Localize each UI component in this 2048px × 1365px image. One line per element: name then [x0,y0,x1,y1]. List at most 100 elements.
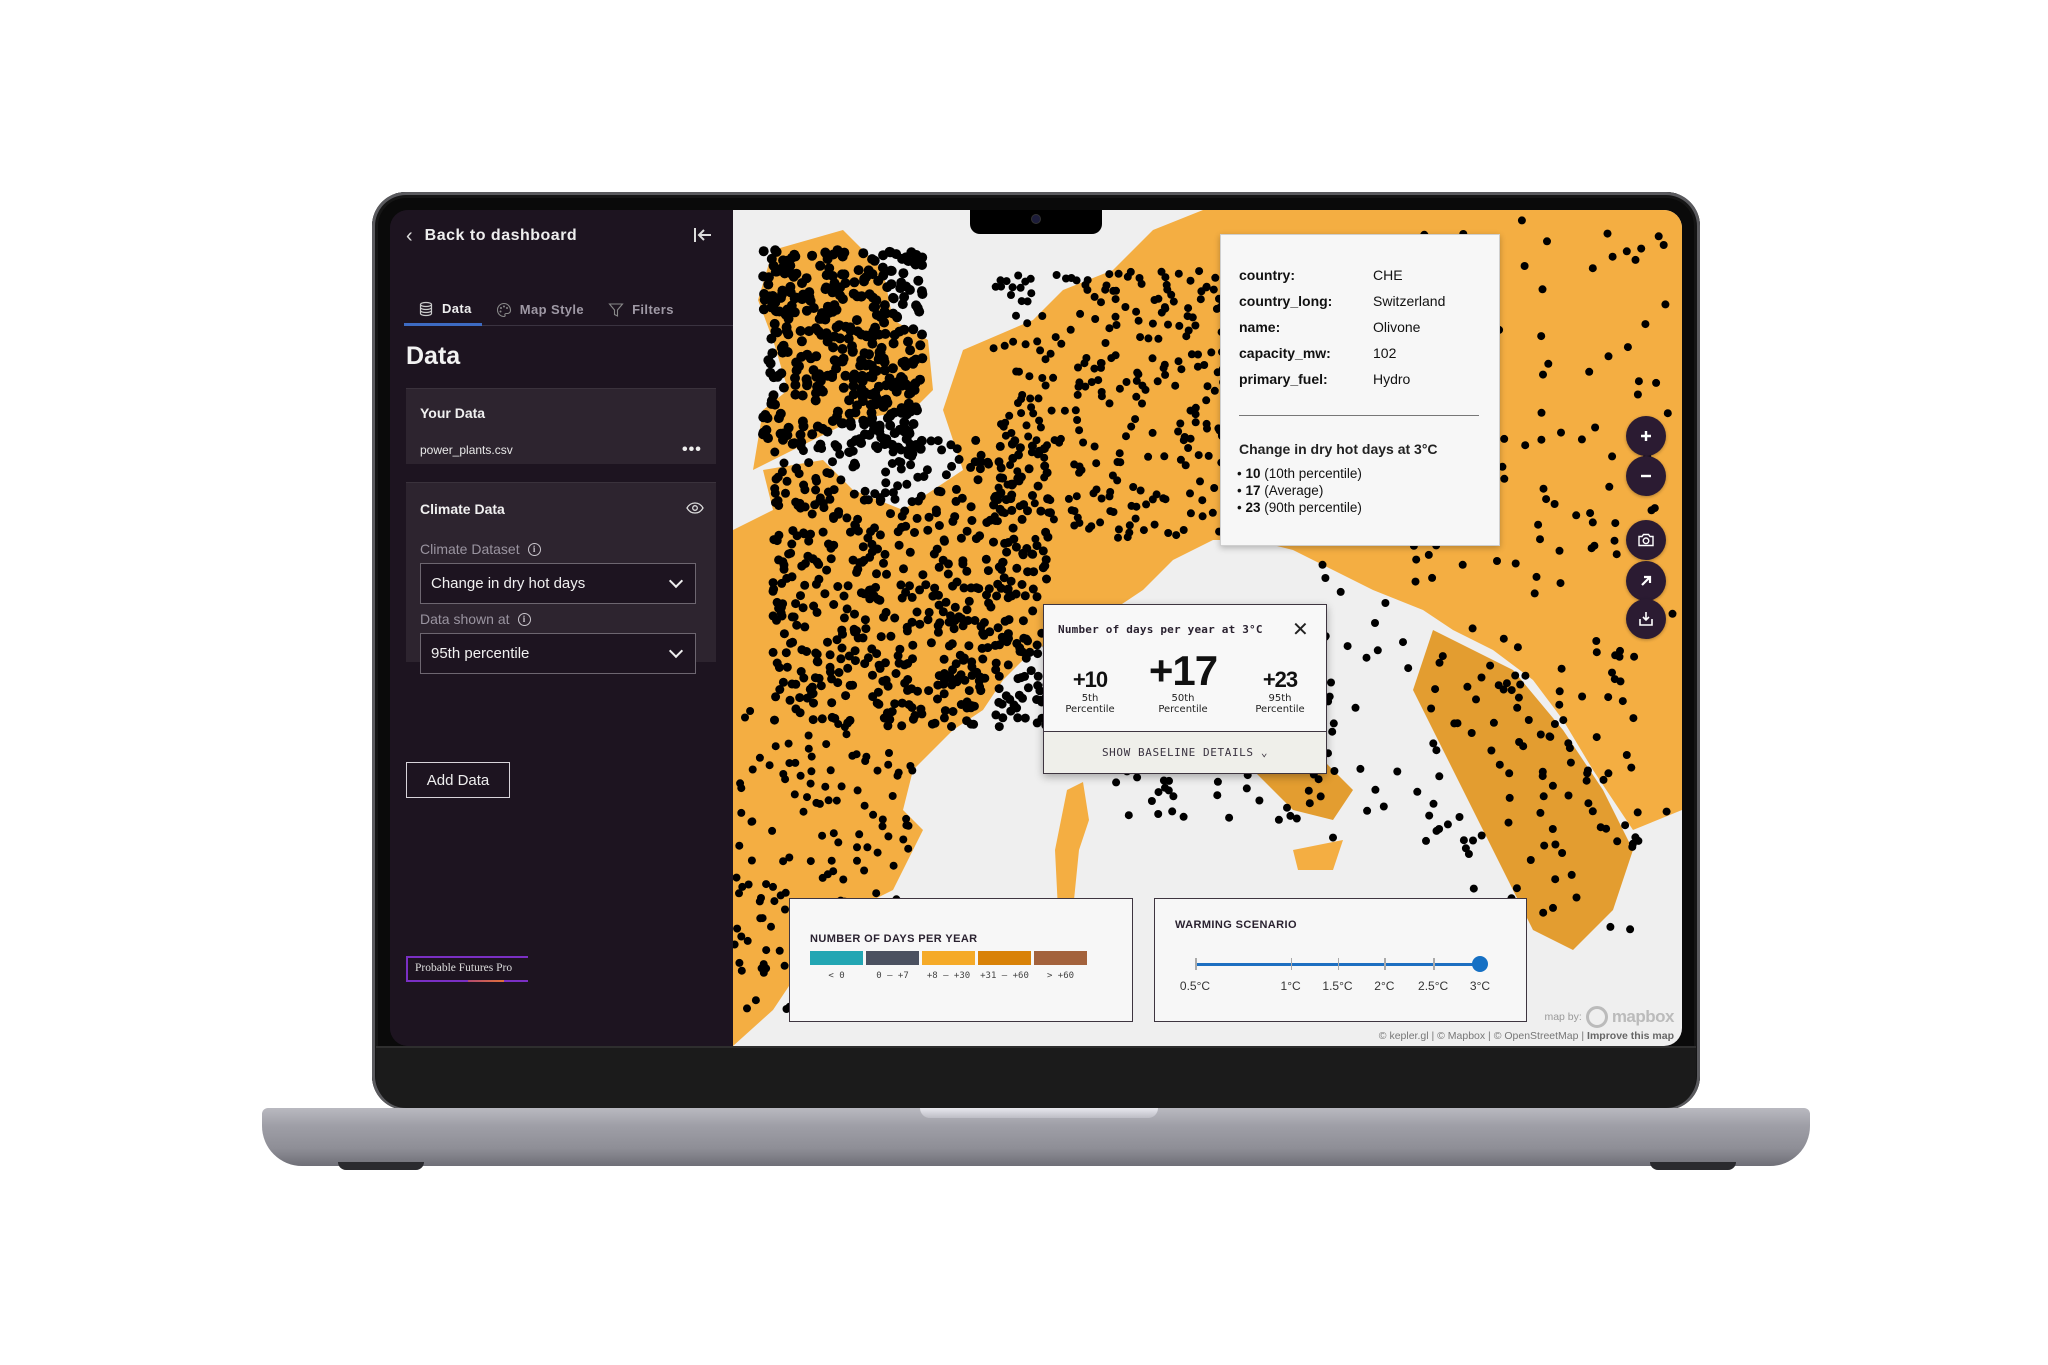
power-plant-point[interactable] [886,509,895,519]
power-plant-point[interactable] [1009,337,1018,346]
power-plant-point[interactable] [769,882,777,891]
power-plant-point[interactable] [860,486,870,496]
power-plant-point[interactable] [1018,550,1028,560]
power-plant-point[interactable] [791,679,801,689]
power-plant-point[interactable] [1521,441,1530,450]
power-plant-point[interactable] [1321,574,1330,582]
power-plant-point[interactable] [796,336,807,347]
power-plant-point[interactable] [1455,813,1464,821]
power-plant-point[interactable] [875,347,886,358]
power-plant-point[interactable] [802,349,813,360]
power-plant-point[interactable] [1427,704,1436,713]
power-plant-point[interactable] [1411,577,1420,586]
power-plant-point[interactable] [1008,523,1018,533]
power-plant-point[interactable] [1126,267,1135,276]
power-plant-point[interactable] [1174,427,1183,436]
power-plant-point[interactable] [1012,311,1020,320]
power-plant-point[interactable] [964,641,974,651]
power-plant-point[interactable] [1540,841,1549,850]
power-plant-point[interactable] [737,966,746,975]
power-plant-point[interactable] [1177,365,1186,374]
power-plant-point[interactable] [871,582,881,592]
power-plant-point[interactable] [769,318,780,329]
power-plant-point[interactable] [859,495,869,505]
power-plant-point[interactable] [1087,378,1096,387]
power-plant-point[interactable] [824,539,833,549]
power-plant-point[interactable] [1327,678,1335,687]
power-plant-point[interactable] [1512,884,1521,893]
power-plant-point[interactable] [1014,271,1023,280]
power-plant-point[interactable] [1564,791,1573,800]
power-plant-point[interactable] [1038,312,1047,320]
power-plant-point[interactable] [1024,464,1034,474]
power-plant-point[interactable] [1002,637,1012,647]
power-plant-point[interactable] [1604,352,1613,361]
power-plant-point[interactable] [1031,534,1040,543]
power-plant-point[interactable] [1028,549,1038,559]
power-plant-point[interactable] [737,784,746,793]
power-plant-point[interactable] [781,648,791,658]
power-plant-point[interactable] [811,473,821,483]
power-plant-point[interactable] [1018,616,1028,626]
power-plant-point[interactable] [917,709,927,719]
power-plant-point[interactable] [1207,348,1216,357]
power-plant-point[interactable] [1305,799,1314,808]
power-plant-point[interactable] [1603,229,1612,238]
power-plant-point[interactable] [1210,484,1219,492]
power-plant-point[interactable] [1431,685,1440,694]
power-plant-point[interactable] [922,465,932,475]
power-plant-point[interactable] [1551,875,1560,884]
power-plant-point[interactable] [879,357,890,368]
power-plant-point[interactable] [1663,409,1672,418]
power-plant-point[interactable] [1159,776,1168,785]
power-plant-point[interactable] [1161,783,1169,792]
power-plant-point[interactable] [1413,787,1422,796]
screenshot-button[interactable] [1626,520,1666,560]
power-plant-point[interactable] [735,958,744,967]
power-plant-point[interactable] [804,458,814,468]
power-plant-point[interactable] [1122,378,1131,386]
power-plant-point[interactable] [853,843,861,852]
power-plant-point[interactable] [934,600,944,610]
power-plant-point[interactable] [1012,563,1022,573]
power-plant-point[interactable] [897,721,907,731]
power-plant-point[interactable] [1204,451,1213,460]
power-plant-point[interactable] [1618,697,1627,706]
power-plant-point[interactable] [818,831,827,840]
power-plant-point[interactable] [876,632,886,642]
power-plant-point[interactable] [836,654,846,664]
power-plant-point[interactable] [859,589,869,599]
power-plant-point[interactable] [777,578,787,588]
power-plant-point[interactable] [798,446,808,456]
power-plant-point[interactable] [816,384,827,395]
power-plant-point[interactable] [771,692,781,702]
power-plant-point[interactable] [829,485,839,495]
power-plant-point[interactable] [822,426,833,437]
power-plant-point[interactable] [893,527,903,537]
power-plant-point[interactable] [853,786,862,795]
power-plant-point[interactable] [878,815,887,824]
power-plant-point[interactable] [881,675,891,685]
power-plant-point[interactable] [1661,300,1670,309]
power-plant-point[interactable] [796,771,805,780]
power-plant-point[interactable] [848,680,858,690]
power-plant-point[interactable] [916,491,926,501]
power-plant-point[interactable] [875,493,885,503]
power-plant-point[interactable] [759,289,770,299]
power-plant-point[interactable] [809,601,819,611]
power-plant-point[interactable] [1371,785,1380,794]
power-plant-point[interactable] [889,861,898,870]
power-plant-point[interactable] [1111,295,1120,304]
power-plant-point[interactable] [798,603,808,613]
power-plant-point[interactable] [924,607,934,617]
power-plant-point[interactable] [1184,304,1193,313]
power-plant-point[interactable] [797,278,807,289]
power-plant-point[interactable] [1036,423,1045,432]
data-shown-at-select[interactable]: 95th percentile [420,633,696,674]
power-plant-point[interactable] [836,475,846,485]
power-plant-point[interactable] [808,715,818,725]
power-plant-point[interactable] [971,435,981,445]
power-plant-point[interactable] [1330,767,1339,775]
power-plant-point[interactable] [790,251,801,262]
power-plant-point[interactable] [814,574,824,584]
